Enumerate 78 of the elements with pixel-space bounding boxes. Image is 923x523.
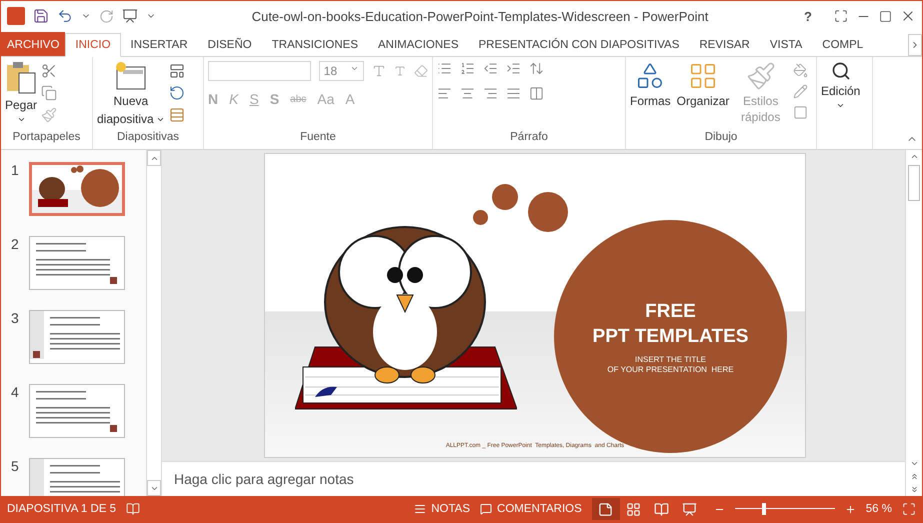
help-button[interactable]: ? <box>804 8 812 24</box>
new-slide-icon <box>114 61 147 91</box>
zoom-in-button[interactable] <box>844 504 856 514</box>
thought-bubble <box>473 210 488 225</box>
brush-icon <box>746 61 776 91</box>
align-left-icon[interactable] <box>437 86 452 101</box>
columns-icon[interactable] <box>529 86 544 101</box>
slide-number: 4 <box>11 384 20 402</box>
fill-icon[interactable] <box>792 63 808 78</box>
previous-slide-icon[interactable] <box>910 472 918 481</box>
align-right-icon[interactable] <box>483 86 498 101</box>
font-size-field[interactable]: 18 <box>318 61 364 81</box>
arrange-button[interactable]: Organizar <box>676 61 729 131</box>
scroll-down-icon[interactable] <box>910 459 918 468</box>
effects-icon[interactable] <box>792 105 808 120</box>
plus-icon <box>844 504 856 514</box>
numbering-icon[interactable] <box>460 61 475 76</box>
slide-number: 2 <box>11 236 20 254</box>
justify-icon[interactable] <box>506 86 521 101</box>
group-label: Fuente <box>299 131 337 145</box>
reset-icon[interactable] <box>168 85 185 101</box>
file-tab[interactable]: ARCHIVO <box>1 32 66 56</box>
line-spacing-icon[interactable] <box>529 61 544 76</box>
group-label: Diapositivas <box>116 131 180 145</box>
scroll-thumb[interactable] <box>908 165 920 201</box>
window-title: Cute-owl-on-books-Education-PowerPoint-Templates-Widescreen - PowerPoint <box>250 8 710 24</box>
slide-number: 1 <box>11 162 20 180</box>
slide-number: 3 <box>11 310 20 328</box>
next-slide-icon[interactable] <box>910 485 918 494</box>
group-label: Portapapeles <box>12 131 82 145</box>
caret-icon <box>350 64 359 73</box>
scrollbar[interactable] <box>905 150 922 496</box>
layout-icon[interactable] <box>168 63 185 79</box>
zoom-level[interactable]: 56 % <box>866 503 892 515</box>
slideshow-icon <box>682 502 698 516</box>
copy-icon[interactable] <box>41 85 58 101</box>
comments-button[interactable]: COMENTARIOS <box>480 503 582 515</box>
redo-icon[interactable] <box>99 8 114 24</box>
thought-bubble <box>492 184 518 210</box>
clipboard-icon <box>5 61 38 95</box>
grow-font-icon[interactable] <box>372 64 386 78</box>
slide-counter: DIAPOSITIVA 1 DE 5 <box>7 503 116 515</box>
slide-subtitle: INSERT THE TITLE OF YOUR PRESENTATION HERE <box>607 354 734 374</box>
slide-number: 5 <box>11 458 20 476</box>
align-center-icon[interactable] <box>460 86 475 101</box>
grid-view-icon <box>626 502 642 516</box>
notes-button[interactable]: NOTAS <box>414 503 470 515</box>
font-name-field[interactable] <box>208 61 311 81</box>
group-label: Dibujo <box>704 131 738 145</box>
ribbon-tab[interactable]: INICIO <box>65 33 121 57</box>
scroll-up-icon[interactable] <box>910 152 918 161</box>
caret-icon <box>836 101 846 110</box>
slideshow-icon[interactable] <box>122 8 138 24</box>
comment-icon <box>480 503 492 515</box>
maximize-icon[interactable] <box>879 10 892 22</box>
caret-icon[interactable] <box>16 115 26 124</box>
cut-icon[interactable] <box>41 63 58 79</box>
decrease-indent-icon[interactable] <box>483 61 498 76</box>
view-button[interactable] <box>592 498 620 520</box>
scrollbar[interactable] <box>146 150 161 496</box>
fit-slide-icon[interactable] <box>902 502 916 516</box>
zoom-thumb[interactable] <box>762 503 766 515</box>
search-icon <box>830 61 851 81</box>
book-icon <box>654 502 670 516</box>
increase-indent-icon[interactable] <box>506 61 521 76</box>
button-label: diapositiva <box>97 111 154 127</box>
shapes-button[interactable]: Formas <box>630 61 671 131</box>
editing-button[interactable]: Edición <box>821 61 860 149</box>
group-label: Párrafo <box>509 131 549 145</box>
paste-button[interactable]: Pegar <box>5 61 38 131</box>
notes-icon <box>414 503 426 515</box>
new-slide-button[interactable]: Nueva diapositiva <box>97 61 165 131</box>
outline-icon[interactable] <box>792 84 808 99</box>
thought-bubble <box>528 192 568 232</box>
slide-title: FREE PPT TEMPLATES <box>592 300 748 348</box>
normal-view-icon <box>598 502 614 516</box>
save-icon[interactable] <box>33 8 49 24</box>
undo-icon[interactable] <box>57 8 73 24</box>
